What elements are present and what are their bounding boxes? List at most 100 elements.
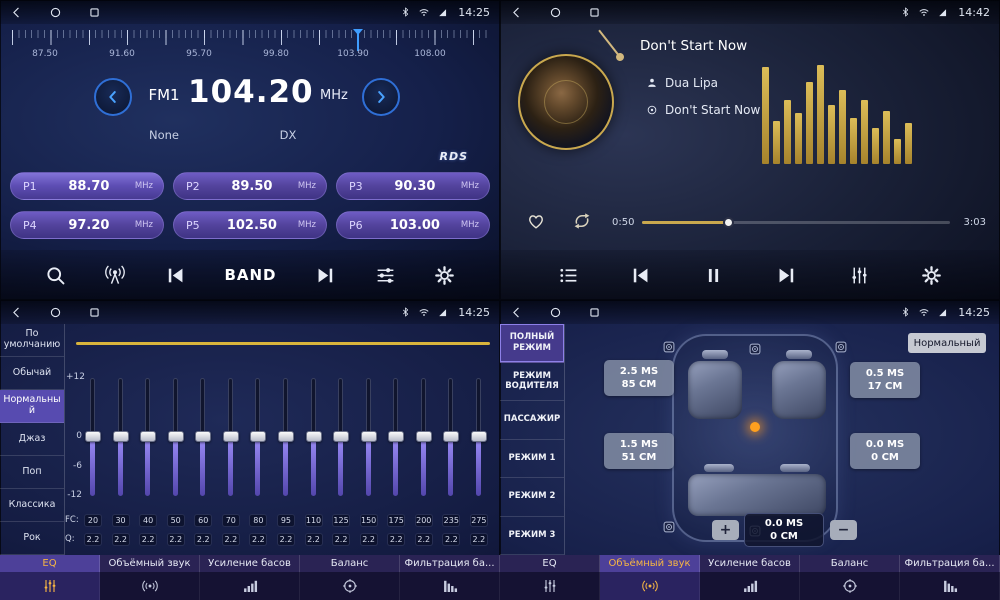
playlist-button[interactable] xyxy=(554,261,583,290)
preset-button-p4[interactable]: P4 97.20 MHz xyxy=(10,211,164,239)
eq-band-slider-9[interactable] xyxy=(305,378,323,496)
mode-full[interactable]: ПОЛНЫЙ РЕЖИМ xyxy=(500,324,564,363)
slider-knob[interactable] xyxy=(306,431,322,442)
slider-knob[interactable] xyxy=(388,431,404,442)
eq-band-slider-13[interactable] xyxy=(415,378,433,496)
recents-square-icon[interactable] xyxy=(88,6,101,19)
dx-mode-label[interactable]: DX xyxy=(258,128,318,142)
eq-mixer-button[interactable] xyxy=(845,261,874,290)
eq-band-slider-4[interactable] xyxy=(167,378,185,496)
listening-position-dot[interactable] xyxy=(750,422,760,432)
preset-normal-button[interactable]: Нормальный xyxy=(908,333,986,353)
eq-preset-classic[interactable]: Классика xyxy=(0,489,64,522)
slider-knob[interactable] xyxy=(223,431,239,442)
eq-preset-custom[interactable]: Обычай xyxy=(0,357,64,390)
slider-knob[interactable] xyxy=(333,431,349,442)
settings-button[interactable] xyxy=(917,261,946,290)
home-circle-icon[interactable] xyxy=(549,306,562,319)
frequency-scale[interactable]: 87.50 91.60 95.70 99.80 103.90 108.00 xyxy=(0,27,500,72)
delay-front-right[interactable]: 0.5 MS 17 CM xyxy=(850,362,920,398)
station-scan-button[interactable] xyxy=(100,260,130,290)
preset-button-p2[interactable]: P2 89.50 MHz xyxy=(173,172,327,200)
back-icon[interactable] xyxy=(10,306,23,319)
delay-decrease-button[interactable]: − xyxy=(830,520,857,540)
progress-knob[interactable] xyxy=(723,217,734,228)
delay-rear-right[interactable]: 0.0 MS 0 CM xyxy=(850,433,920,469)
slider-knob[interactable] xyxy=(416,431,432,442)
eq-preset-rock[interactable]: Рок xyxy=(0,522,64,555)
home-circle-icon[interactable] xyxy=(49,306,62,319)
mode-1[interactable]: РЕЖИМ 1 xyxy=(500,440,564,479)
eq-band-slider-11[interactable] xyxy=(360,378,378,496)
home-circle-icon[interactable] xyxy=(49,6,62,19)
eq-preset-pop[interactable]: Поп xyxy=(0,456,64,489)
eq-band-slider-15[interactable] xyxy=(470,378,488,496)
eq-band-slider-1[interactable] xyxy=(84,378,102,496)
eq-band-slider-2[interactable] xyxy=(112,378,130,496)
frequency-marker[interactable] xyxy=(357,29,359,51)
back-icon[interactable] xyxy=(510,6,523,19)
tab-surround[interactable]: Объёмный звук xyxy=(100,555,200,600)
tab-balance[interactable]: Баланс xyxy=(300,555,400,600)
pause-button[interactable] xyxy=(699,261,728,290)
eq-band-slider-10[interactable] xyxy=(332,378,350,496)
next-station-button[interactable] xyxy=(311,261,340,290)
previous-track-button[interactable] xyxy=(626,261,655,290)
favorite-button[interactable] xyxy=(526,211,546,231)
eq-preset-normal[interactable]: Нормальный xyxy=(0,390,64,423)
tab-eq[interactable]: EQ xyxy=(0,555,100,600)
progress-bar[interactable] xyxy=(642,221,950,224)
slider-knob[interactable] xyxy=(168,431,184,442)
slider-knob[interactable] xyxy=(471,431,487,442)
eq-band-slider-6[interactable] xyxy=(222,378,240,496)
repeat-button[interactable] xyxy=(572,211,592,231)
next-track-button[interactable] xyxy=(772,261,801,290)
delay-rear-left[interactable]: 1.5 MS 51 CM xyxy=(604,433,674,469)
band-button[interactable]: BAND xyxy=(220,262,280,288)
slider-knob[interactable] xyxy=(195,431,211,442)
mode-2[interactable]: РЕЖИМ 2 xyxy=(500,478,564,517)
mode-driver[interactable]: РЕЖИМ ВОДИТЕЛЯ xyxy=(500,363,564,402)
slider-knob[interactable] xyxy=(278,431,294,442)
back-icon[interactable] xyxy=(10,6,23,19)
preset-button-p5[interactable]: P5 102.50 MHz xyxy=(173,211,327,239)
tab-filter[interactable]: Фильтрация ба... xyxy=(900,555,1000,600)
preset-button-p3[interactable]: P3 90.30 MHz xyxy=(336,172,490,200)
eq-mixer-button[interactable] xyxy=(371,261,400,290)
tab-bass-boost[interactable]: Усиление басов xyxy=(200,555,300,600)
back-icon[interactable] xyxy=(510,306,523,319)
speaker-rear-left-icon[interactable] xyxy=(662,520,676,534)
eq-preset-default[interactable]: По умолчанию xyxy=(0,324,64,357)
delay-increase-button[interactable]: + xyxy=(712,520,739,540)
eq-band-slider-5[interactable] xyxy=(194,378,212,496)
speaker-front-right-icon[interactable] xyxy=(834,340,848,354)
eq-preset-jazz[interactable]: Джаз xyxy=(0,423,64,456)
slider-knob[interactable] xyxy=(250,431,266,442)
tune-down-button[interactable] xyxy=(94,78,132,116)
eq-scrollbar[interactable] xyxy=(76,342,490,345)
tab-bass-boost[interactable]: Усиление басов xyxy=(700,555,800,600)
tab-surround[interactable]: Объёмный звук xyxy=(600,555,700,600)
slider-knob[interactable] xyxy=(85,431,101,442)
delay-front-left[interactable]: 2.5 MS 85 CM xyxy=(604,360,674,396)
eq-band-slider-12[interactable] xyxy=(387,378,405,496)
eq-band-slider-7[interactable] xyxy=(249,378,267,496)
slider-knob[interactable] xyxy=(361,431,377,442)
tune-up-button[interactable] xyxy=(362,78,400,116)
slider-knob[interactable] xyxy=(140,431,156,442)
recents-square-icon[interactable] xyxy=(88,306,101,319)
eq-band-slider-3[interactable] xyxy=(139,378,157,496)
previous-station-button[interactable] xyxy=(161,261,190,290)
recents-square-icon[interactable] xyxy=(588,306,601,319)
slider-knob[interactable] xyxy=(443,431,459,442)
search-button[interactable] xyxy=(41,261,70,290)
settings-button[interactable] xyxy=(430,261,459,290)
tab-filter[interactable]: Фильтрация ба... xyxy=(400,555,500,600)
tab-balance[interactable]: Баланс xyxy=(800,555,900,600)
eq-band-slider-14[interactable] xyxy=(442,378,460,496)
preset-button-p6[interactable]: P6 103.00 MHz xyxy=(336,211,490,239)
mode-3[interactable]: РЕЖИМ 3 xyxy=(500,517,564,556)
mode-passenger[interactable]: ПАССАЖИР xyxy=(500,401,564,440)
preset-button-p1[interactable]: P1 88.70 MHz xyxy=(10,172,164,200)
slider-knob[interactable] xyxy=(113,431,129,442)
